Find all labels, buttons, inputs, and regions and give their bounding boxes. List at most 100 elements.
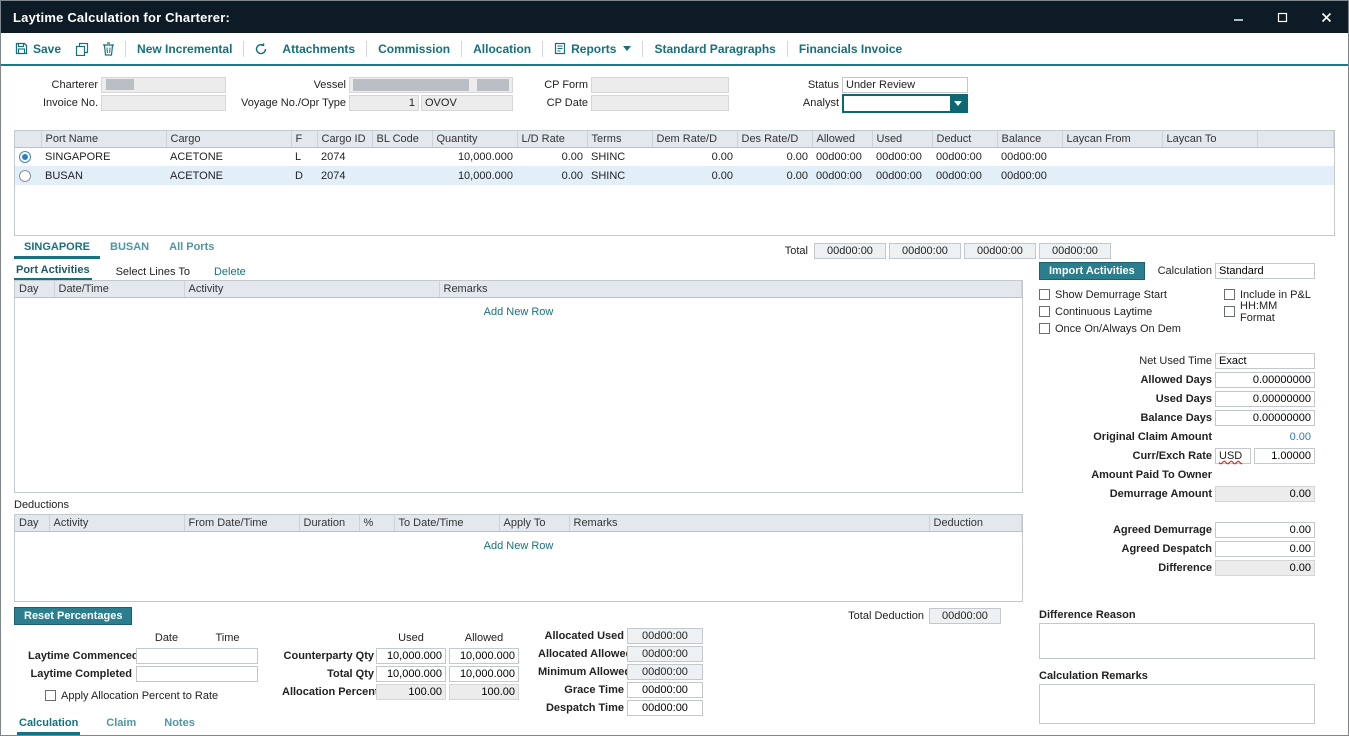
import-activities-button[interactable]: Import Activities [1039, 262, 1145, 280]
column-header[interactable]: L/D Rate [517, 131, 587, 147]
grace-time-input[interactable] [627, 682, 703, 698]
cp-form-input[interactable] [591, 77, 729, 93]
apply-allocation-checkbox[interactable] [45, 690, 56, 701]
balance-days-input[interactable] [1215, 410, 1315, 426]
analyst-dropdown[interactable] [842, 94, 968, 113]
apply-allocation-checkbox-row[interactable]: Apply Allocation Percent to Rate [28, 687, 258, 704]
laytime-completed-input[interactable] [136, 666, 258, 682]
cp-date-input[interactable] [591, 95, 729, 111]
add-activity-row-link[interactable]: Add New Row [15, 298, 1022, 318]
column-header[interactable]: Duration [299, 515, 359, 531]
tab-all-ports[interactable]: All Ports [159, 241, 224, 259]
difference-reason-textarea[interactable] [1039, 623, 1315, 659]
close-button[interactable] [1304, 1, 1348, 33]
allocation-button[interactable]: Allocation [469, 42, 535, 56]
minimize-button[interactable] [1216, 1, 1260, 33]
column-header[interactable]: Cargo [166, 131, 291, 147]
attachments-button[interactable]: Attachments [278, 42, 359, 56]
once-on-always-on-dem-checkbox[interactable] [1039, 323, 1050, 334]
total-qty-allowed-input[interactable] [449, 666, 519, 682]
column-header[interactable]: Day [15, 515, 49, 531]
column-header[interactable]: From Date/Time [184, 515, 299, 531]
financials-invoice-button[interactable]: Financials Invoice [795, 42, 906, 56]
column-header[interactable]: Used [872, 131, 932, 147]
exchange-rate-input[interactable] [1254, 448, 1315, 464]
column-header[interactable]: % [359, 515, 394, 531]
hhmm-format-row[interactable]: HH:MM Format [1224, 303, 1315, 320]
column-header[interactable]: Balance [997, 131, 1062, 147]
column-header[interactable]: Terms [587, 131, 652, 147]
port-row-singapore[interactable]: SINGAPORE ACETONE L 2074 10,000.000 0.00… [15, 147, 1334, 166]
column-header[interactable]: Laycan To [1162, 131, 1257, 147]
new-incremental-button[interactable]: New Incremental [133, 42, 236, 56]
continuous-laytime-checkbox[interactable] [1039, 306, 1050, 317]
invoice-no-input[interactable] [101, 95, 226, 111]
tab-busan[interactable]: BUSAN [100, 241, 159, 259]
maximize-button[interactable] [1260, 1, 1304, 33]
column-header[interactable]: Dem Rate/D [652, 131, 737, 147]
calculation-input[interactable] [1215, 263, 1315, 279]
commission-button[interactable]: Commission [374, 42, 454, 56]
despatch-time-input[interactable] [627, 700, 703, 716]
analyst-input[interactable] [844, 96, 950, 111]
net-used-time-input[interactable] [1215, 353, 1315, 369]
column-header[interactable]: Deduction [929, 515, 1022, 531]
currency-input[interactable]: USD [1215, 448, 1251, 464]
demurrage-amount-input[interactable] [1215, 486, 1315, 502]
used-days-input[interactable] [1215, 391, 1315, 407]
agreed-demurrage-input[interactable] [1215, 522, 1315, 538]
column-header[interactable]: Day [15, 281, 54, 297]
counterparty-qty-allowed-input[interactable] [449, 648, 519, 664]
show-demurrage-start-row[interactable]: Show Demurrage Start [1039, 286, 1224, 303]
analyst-dropdown-button[interactable] [950, 96, 966, 111]
column-header[interactable]: Remarks [439, 281, 1022, 297]
column-header[interactable]: Cargo ID [317, 131, 372, 147]
laytime-commenced-input[interactable] [136, 648, 258, 664]
total-qty-used-input[interactable] [376, 666, 446, 682]
status-input[interactable] [842, 77, 968, 93]
column-header[interactable]: To Date/Time [394, 515, 499, 531]
copy-button[interactable] [72, 42, 92, 56]
column-header[interactable]: Quantity [432, 131, 517, 147]
column-header[interactable]: Des Rate/D [737, 131, 812, 147]
continuous-laytime-row[interactable]: Continuous Laytime [1039, 303, 1224, 320]
column-header[interactable]: Port Name [41, 131, 166, 147]
hhmm-format-checkbox[interactable] [1224, 306, 1235, 317]
delete-lines-link[interactable]: Delete [214, 266, 246, 280]
refresh-button[interactable] [251, 42, 271, 56]
allowed-days-input[interactable] [1215, 372, 1315, 388]
charterer-label: Charterer [18, 79, 98, 91]
voyage-no-input[interactable] [349, 95, 419, 111]
reports-button[interactable]: Reports [550, 42, 635, 56]
column-header[interactable]: Laycan From [1062, 131, 1162, 147]
show-demurrage-start-checkbox[interactable] [1039, 289, 1050, 300]
include-in-pl-checkbox[interactable] [1224, 289, 1235, 300]
agreed-despatch-input[interactable] [1215, 541, 1315, 557]
allocation-percent-used-input[interactable] [376, 684, 446, 700]
column-header[interactable]: Activity [49, 515, 184, 531]
tab-singapore[interactable]: SINGAPORE [14, 241, 100, 259]
save-button[interactable]: Save [11, 42, 65, 56]
standard-paragraphs-button[interactable]: Standard Paragraphs [650, 42, 779, 56]
row-radio[interactable] [19, 170, 31, 182]
column-header[interactable]: Date/Time [54, 281, 184, 297]
counterparty-qty-used-input[interactable] [376, 648, 446, 664]
amount-paid-to-owner-input[interactable] [1215, 467, 1315, 483]
column-header[interactable]: BL Code [372, 131, 432, 147]
opr-type-input[interactable] [421, 95, 513, 111]
allocation-percent-allowed-input[interactable] [449, 684, 519, 700]
delete-button[interactable] [99, 42, 118, 56]
column-header[interactable]: Apply To [499, 515, 569, 531]
column-header[interactable]: Deduct [932, 131, 997, 147]
reset-percentages-button[interactable]: Reset Percentages [14, 607, 132, 625]
column-header[interactable]: F [291, 131, 317, 147]
port-row-busan[interactable]: BUSAN ACETONE D 2074 10,000.000 0.00 SHI… [15, 166, 1334, 185]
difference-input[interactable] [1215, 560, 1315, 576]
column-header[interactable]: Remarks [569, 515, 929, 531]
column-header[interactable]: Activity [184, 281, 439, 297]
once-on-always-on-dem-row[interactable]: Once On/Always On Dem [1039, 320, 1224, 337]
row-radio-selected[interactable] [19, 151, 31, 163]
add-deduction-row-link[interactable]: Add New Row [15, 532, 1022, 552]
tab-port-activities[interactable]: Port Activities [14, 264, 92, 280]
column-header[interactable]: Allowed [812, 131, 872, 147]
